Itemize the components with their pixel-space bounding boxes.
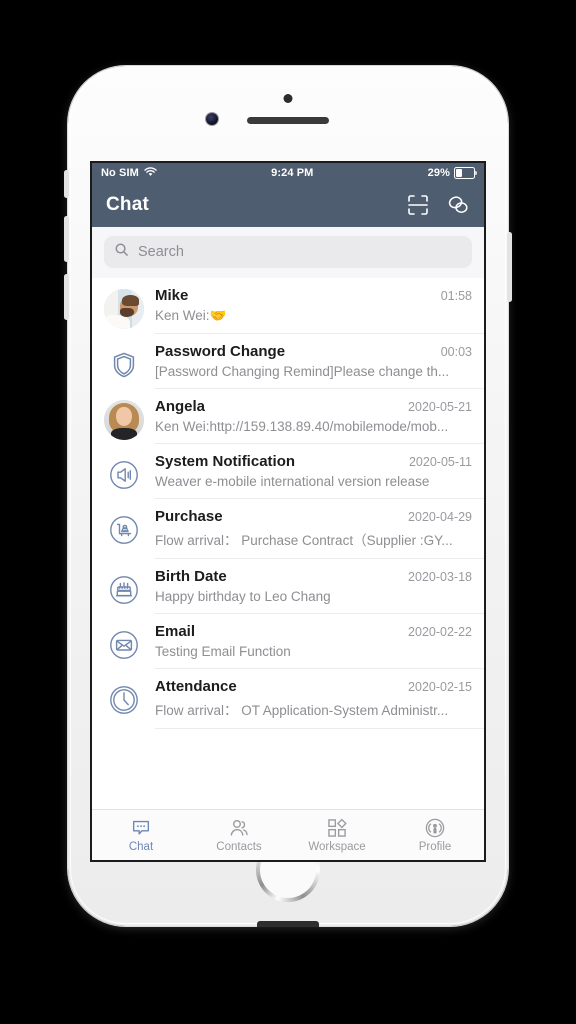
list-item[interactable]: Birth Date 2020-03-18 Happy birthday to … xyxy=(104,559,484,614)
search-input[interactable] xyxy=(136,243,462,261)
megaphone-icon xyxy=(104,455,144,495)
conversation-title: Angela xyxy=(155,398,206,415)
battery-icon xyxy=(454,167,478,179)
clock-icon xyxy=(104,680,144,720)
tab-label: Workspace xyxy=(308,841,366,853)
battery-percent-label: 29% xyxy=(427,167,450,179)
conversation-title: Email xyxy=(155,623,196,640)
conversation-time: 2020-05-11 xyxy=(408,455,472,469)
envelope-icon xyxy=(104,625,144,665)
conversation-time: 2020-02-22 xyxy=(408,625,472,639)
shield-icon xyxy=(104,345,144,385)
status-bar-left: No SIM xyxy=(101,166,157,180)
conversation-time: 2020-02-15 xyxy=(408,680,472,694)
shopping-cart-icon xyxy=(104,510,144,550)
status-bar: No SIM 9:24 PM 29% xyxy=(92,163,484,183)
power-button[interactable] xyxy=(507,232,512,302)
conversation-list: Mike 01:58 Ken Wei:🤝 Password Change 00:… xyxy=(92,278,484,729)
conversation-preview: Weaver e-mobile international version re… xyxy=(155,474,430,489)
conversation-preview: Happy birthday to Leo Chang xyxy=(155,589,331,604)
phone-screen: No SIM 9:24 PM 29% Chat Search Mike 01:5… xyxy=(92,163,484,860)
nav-bar: Chat xyxy=(92,183,484,227)
conversation-title: Birth Date xyxy=(155,568,227,585)
conversation-title: Attendance xyxy=(155,678,237,695)
earpiece-speaker xyxy=(247,117,329,124)
bottom-connector xyxy=(257,921,319,927)
conversation-preview: Flow arrival： Purchase Contract（Supplier… xyxy=(155,533,453,548)
tab-workspace[interactable]: Workspace xyxy=(288,810,386,860)
conversation-preview: Ken Wei:http://159.138.89.40/mobilemode/… xyxy=(155,419,449,434)
list-item[interactable]: Mike 01:58 Ken Wei:🤝 xyxy=(104,278,484,334)
conversation-title: Password Change xyxy=(155,343,286,360)
tab-chat[interactable]: Chat xyxy=(92,810,190,860)
scan-icon[interactable] xyxy=(406,193,430,217)
mute-switch[interactable] xyxy=(64,170,69,198)
conversation-title: Purchase xyxy=(155,508,223,525)
birthday-cake-icon xyxy=(104,570,144,610)
page-title: Chat xyxy=(106,194,150,215)
tab-profile[interactable]: Profile xyxy=(386,810,484,860)
conversation-preview: Ken Wei:🤝 xyxy=(155,308,227,323)
battery-fill xyxy=(456,169,462,177)
list-item[interactable]: Angela 2020-05-21 Ken Wei:http://159.138… xyxy=(104,389,484,444)
search-bar[interactable] xyxy=(104,236,472,268)
status-bar-right: 29% xyxy=(427,167,478,179)
broadcast-person-icon xyxy=(424,817,446,839)
proximity-sensor xyxy=(283,94,293,103)
front-camera xyxy=(206,113,218,125)
conversation-time: 2020-03-18 xyxy=(408,570,472,584)
conversation-preview: Testing Email Function xyxy=(155,644,291,659)
search-icon xyxy=(114,242,129,262)
wifi-icon xyxy=(144,166,157,180)
chat-bubble-dots-icon xyxy=(130,817,152,839)
volume-up-button[interactable] xyxy=(64,216,69,262)
carrier-label: No SIM xyxy=(101,167,139,179)
conversation-time: 2020-04-29 xyxy=(408,510,472,524)
conversation-preview: Flow arrival： OT Application-System Admi… xyxy=(155,703,449,718)
avatar-photo-angela xyxy=(104,400,144,440)
tab-label: Chat xyxy=(128,841,154,853)
conversation-time: 01:58 xyxy=(440,289,472,303)
volume-down-button[interactable] xyxy=(64,274,69,320)
people-icon xyxy=(228,817,250,839)
avatar-photo-mike xyxy=(104,289,144,329)
conversation-preview: [Password Changing Remind]Please change … xyxy=(155,364,450,379)
conversation-time: 2020-05-21 xyxy=(408,400,472,414)
screenshot-stage: No SIM 9:24 PM 29% Chat Search Mike 01:5… xyxy=(0,0,576,1024)
tab-bar: Chat Contacts Workspace Profile xyxy=(92,809,484,860)
nav-bar-actions xyxy=(406,193,470,217)
search-section xyxy=(92,227,484,278)
conversation-title: Mike xyxy=(155,287,189,304)
list-item[interactable]: Attendance 2020-02-15 Flow arrival： OT A… xyxy=(104,669,484,729)
tab-label: Contacts xyxy=(216,841,262,853)
tab-label: Profile xyxy=(418,841,452,853)
chat-bubbles-icon[interactable] xyxy=(446,193,470,217)
tab-contacts[interactable]: Contacts xyxy=(190,810,288,860)
conversation-title: System Notification xyxy=(155,453,296,470)
list-item[interactable]: Email 2020-02-22 Testing Email Function xyxy=(104,614,484,669)
list-item[interactable]: Password Change 00:03 [Password Changing… xyxy=(104,334,484,389)
list-item[interactable]: System Notification 2020-05-11 Weaver e-… xyxy=(104,444,484,499)
grid-shapes-icon xyxy=(326,817,348,839)
list-item[interactable]: Purchase 2020-04-29 Flow arrival： Purcha… xyxy=(104,499,484,559)
conversation-time: 00:03 xyxy=(440,345,472,359)
status-bar-time: 9:24 PM xyxy=(271,167,314,179)
